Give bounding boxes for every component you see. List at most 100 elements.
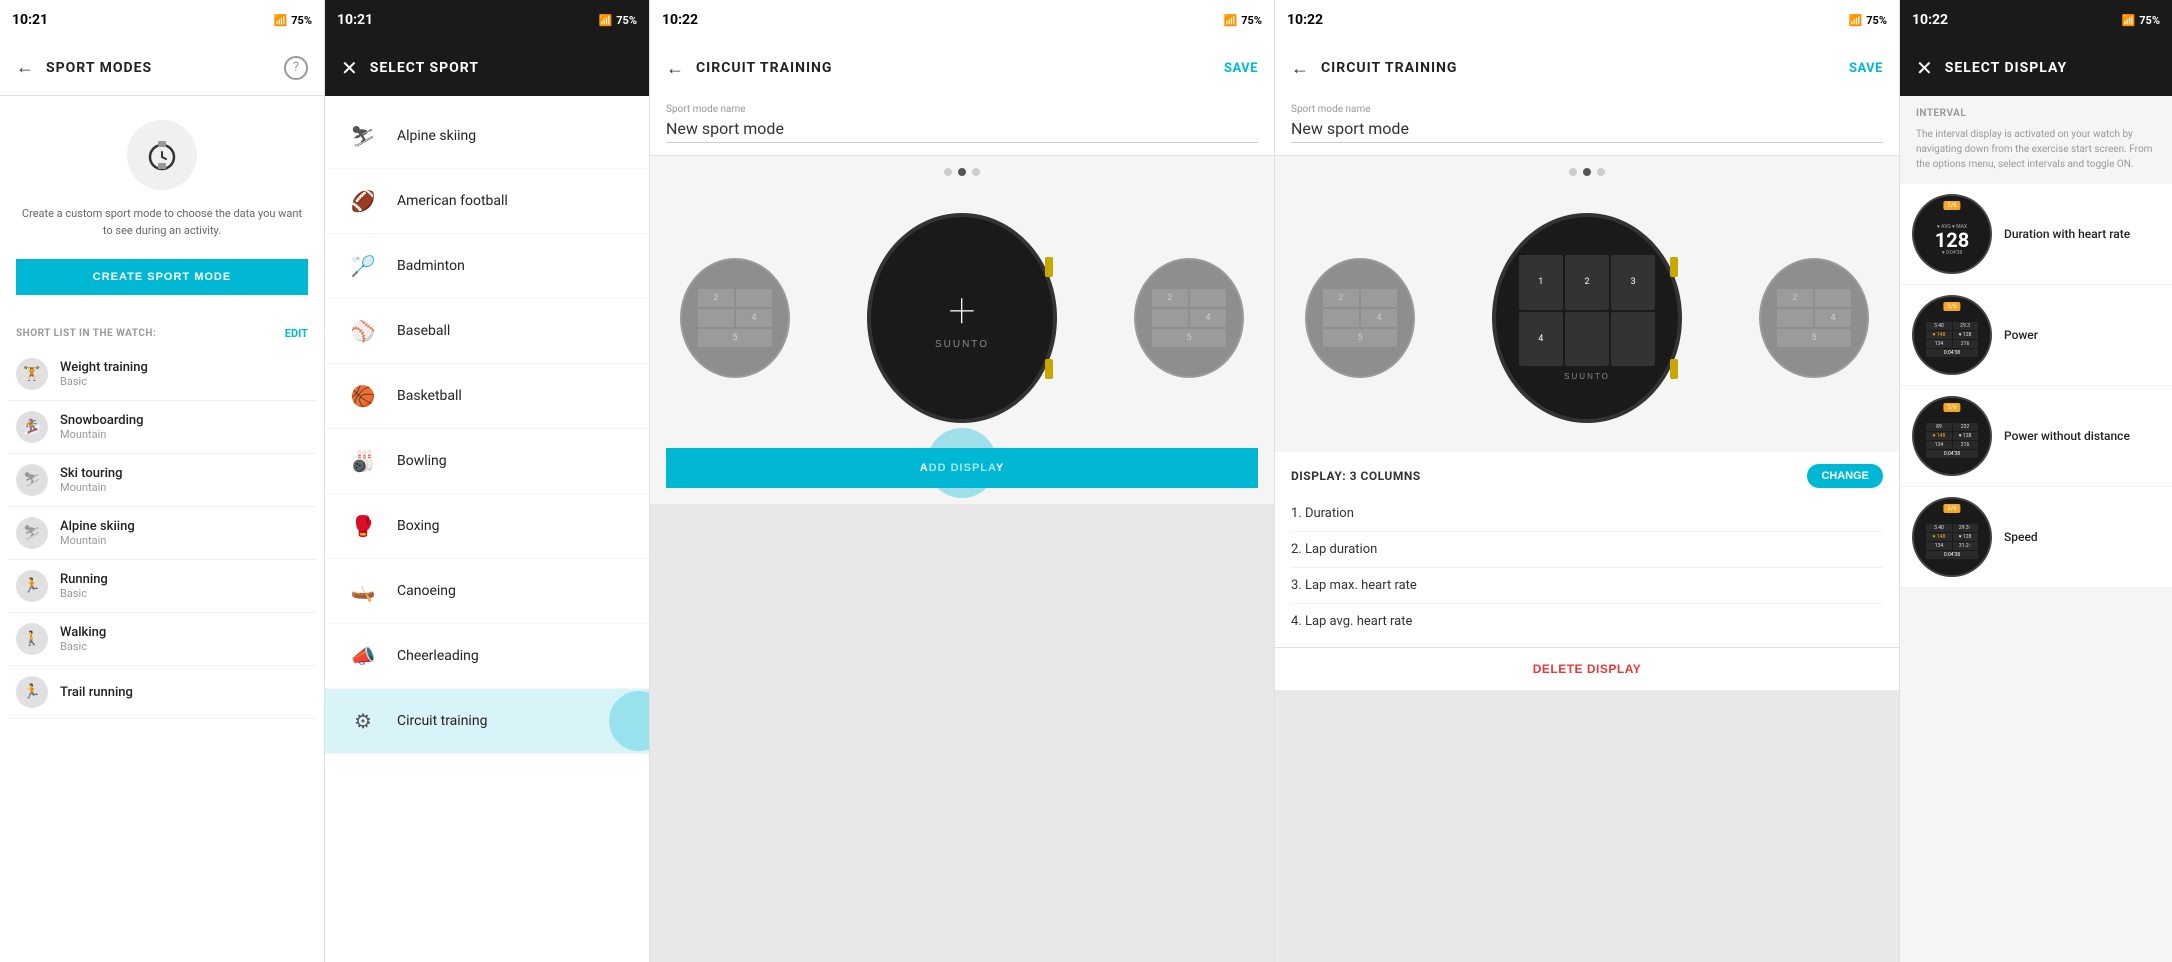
save-button-3[interactable]: SAVE [1224, 61, 1258, 76]
cheerleading-label: Cheerleading [397, 648, 479, 664]
sport-select-cheerleading[interactable]: 📣 Cheerleading [325, 624, 649, 689]
back-button-3[interactable]: ← [666, 58, 684, 79]
dot-4-1 [1569, 168, 1577, 176]
display-info-section: DISPLAY: 3 COLUMNS CHANGE 1. Duration 2.… [1275, 452, 1899, 647]
page-title-5: SELECT DISPLAY [1945, 60, 2067, 76]
sport-select-basketball[interactable]: 🏀 Basketball [325, 364, 649, 429]
short-list-title: SHORT LIST IN THE WATCH: [16, 328, 156, 339]
alpine-skiing-icon: ⛷ [345, 118, 381, 154]
sport-sub: Mountain [60, 534, 135, 547]
baseball-label: Baseball [397, 323, 450, 339]
sport-mode-value-3[interactable]: New sport mode [666, 119, 1258, 143]
list-item[interactable]: 🏋 Weight training Basic [8, 348, 316, 401]
list-item[interactable]: 🏃 Trail running [8, 666, 316, 719]
watch-icon-container [127, 120, 197, 190]
back-button-4[interactable]: ← [1291, 58, 1309, 79]
help-button[interactable]: ? [284, 56, 308, 80]
sport-sub: Mountain [60, 428, 144, 441]
sport-mode-label-4: Sport mode name [1291, 104, 1883, 115]
interval-section: INTERVAL The interval display is activat… [1900, 96, 2172, 184]
sport-select-bowling[interactable]: 🎳 Bowling [325, 429, 649, 494]
watch-display-area-3: 2 4 5 + SUUNTO 2 [650, 188, 1274, 448]
list-item: 4. Lap avg. heart rate [1291, 604, 1883, 639]
status-bar-1: 10:21 📶 75% [0, 0, 324, 40]
sport-name: Alpine skiing [60, 519, 135, 534]
dot-2 [958, 168, 966, 176]
status-bar-3: 10:22 📶 75% [650, 0, 1274, 40]
top-bar-1: ← SPORT MODES ? [0, 40, 324, 96]
time-3: 10:22 [662, 12, 698, 28]
gray-area-4 [1275, 690, 1899, 962]
sport-select-badminton[interactable]: 🏸 Badminton [325, 234, 649, 299]
dot-4-3 [1597, 168, 1605, 176]
list-item[interactable]: ⛷ Alpine skiing Mountain [8, 507, 316, 560]
display-option-duration-heart[interactable]: 2/6 ♥ AVG ♥ MAX 128 ♥ 0:04'38 Duration w… [1900, 184, 2172, 285]
list-item[interactable]: 🏂 Snowboarding Mountain [8, 401, 316, 454]
baseball-icon: ⚾ [345, 313, 381, 349]
sport-icon: 🏂 [16, 411, 48, 443]
dot-4-2 [1583, 168, 1591, 176]
sport-icon: ⛷ [16, 464, 48, 496]
status-icons-3: 📶 75% [1224, 14, 1262, 27]
sport-name: Walking [60, 625, 106, 640]
speed-label: Speed [2004, 530, 2038, 544]
change-button[interactable]: CHANGE [1807, 464, 1883, 488]
watch-preview-power: 2/6 3.40 29.3 ♥ 148 ♥ 128 134 216 0:04'3… [1912, 295, 1992, 375]
badminton-label: Badminton [397, 258, 465, 274]
list-item[interactable]: ⛷ Ski touring Mountain [8, 454, 316, 507]
save-button-4[interactable]: SAVE [1849, 61, 1883, 76]
back-button-1[interactable]: ← [16, 57, 34, 78]
panel-select-display: 10:22 📶 75% ✕ SELECT DISPLAY INTERVAL Th… [1900, 0, 2172, 962]
circuit-training-icon: ⚙ [345, 703, 381, 739]
american-football-label: American football [397, 193, 508, 209]
circuit-training-label: Circuit training [397, 713, 487, 729]
panel1-content: Create a custom sport mode to choose the… [0, 96, 324, 311]
circuit-header-3: ← CIRCUIT TRAINING SAVE [650, 40, 1274, 96]
status-icons-2: 📶 75% [599, 14, 637, 27]
display-fields-list: 1. Duration 2. Lap duration 3. Lap max. … [1291, 496, 1883, 639]
display-option-power[interactable]: 2/6 3.40 29.3 ♥ 148 ♥ 128 134 216 0:04'3… [1900, 285, 2172, 386]
dot-3 [972, 168, 980, 176]
edit-button[interactable]: EDIT [285, 327, 308, 340]
description: Create a custom sport mode to choose the… [16, 206, 308, 239]
time-2: 10:21 [337, 12, 373, 28]
watch-left-3: 2 4 5 [680, 258, 790, 378]
display-option-power-no-dist[interactable]: 2/6 89 232 ♥ 148 ♥ 128 134 216 0:04'38 P… [1900, 386, 2172, 487]
sport-select-canoeing[interactable]: 🛶 Canoeing [325, 559, 649, 624]
interval-description: The interval display is activated on you… [1916, 127, 2156, 172]
sport-select-american-football[interactable]: 🏈 American football [325, 169, 649, 234]
select-sport-list: ⛷ Alpine skiing 🏈 American football 🏸 Ba… [325, 96, 649, 962]
sport-select-boxing[interactable]: 🥊 Boxing [325, 494, 649, 559]
sport-select-alpine-skiing[interactable]: ⛷ Alpine skiing [325, 104, 649, 169]
sport-sub: Basic [60, 587, 108, 600]
bowling-icon: 🎳 [345, 443, 381, 479]
interval-label: INTERVAL [1916, 108, 2156, 119]
gray-area-3 [650, 504, 1274, 962]
list-item: 1. Duration [1291, 496, 1883, 532]
dots-indicator-4 [1275, 156, 1899, 188]
sport-select-circuit-training[interactable]: ⚙ Circuit training [325, 689, 649, 754]
bowling-label: Bowling [397, 453, 447, 469]
sport-sub: Mountain [60, 481, 123, 494]
add-display-button[interactable]: ADD DISPLAY [666, 448, 1258, 488]
close-button-5[interactable]: ✕ [1916, 56, 1933, 80]
time-4: 10:22 [1287, 12, 1323, 28]
list-item[interactable]: 🏃 Running Basic [8, 560, 316, 613]
close-button[interactable]: ✕ [341, 56, 358, 80]
delete-display-button[interactable]: DELETE DISPLAY [1275, 647, 1899, 690]
sport-mode-name-section-4: Sport mode name New sport mode [1275, 96, 1899, 156]
list-item[interactable]: 🚶 Walking Basic [8, 613, 316, 666]
sport-name: Weight training [60, 360, 148, 375]
sport-icon: 🏃 [16, 676, 48, 708]
circuit-title-3: CIRCUIT TRAINING [696, 60, 832, 76]
sport-mode-value-4[interactable]: New sport mode [1291, 119, 1883, 143]
sport-list: 🏋 Weight training Basic 🏂 Snowboarding M… [0, 348, 324, 719]
display-columns-label: DISPLAY: 3 COLUMNS [1291, 469, 1421, 483]
create-sport-mode-button[interactable]: CREATE SPORT MODE [16, 259, 308, 295]
sport-select-baseball[interactable]: ⚾ Baseball [325, 299, 649, 364]
display-option-speed[interactable]: 2/6 3.40 29.3↑ ♥ 148 ♥ 128 134 31.2↑ 0:0… [1900, 487, 2172, 588]
cheerleading-icon: 📣 [345, 638, 381, 674]
page-title-1: SPORT MODES [46, 60, 152, 76]
watch-preview-power-no-dist: 2/6 89 232 ♥ 148 ♥ 128 134 216 0:04'38 [1912, 396, 1992, 476]
canoeing-label: Canoeing [397, 583, 456, 599]
